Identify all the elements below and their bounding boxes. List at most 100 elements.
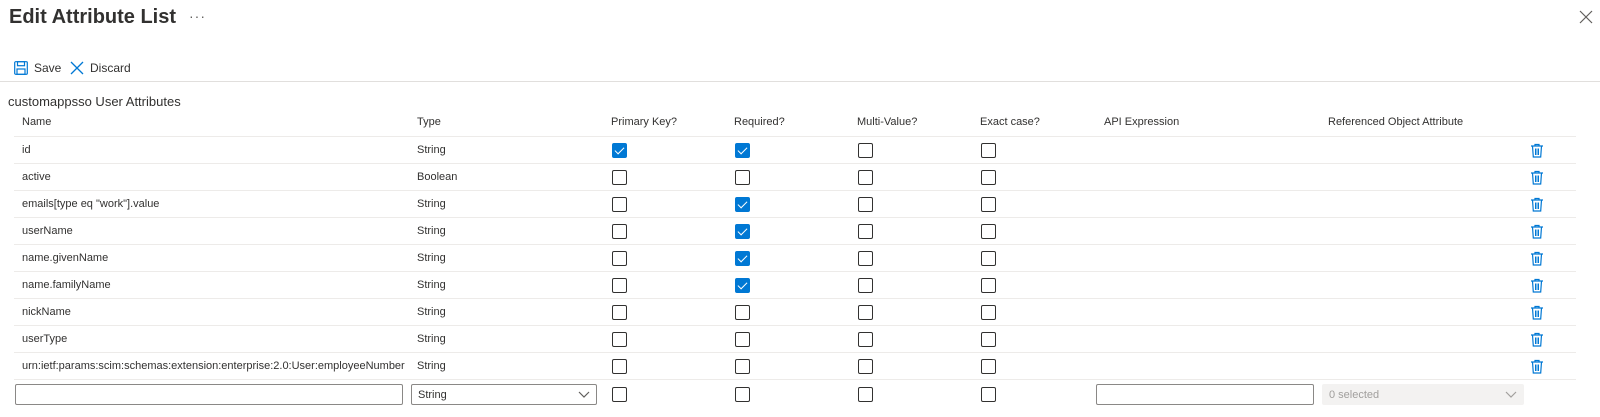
- primary-key-checkbox[interactable]: [612, 359, 627, 374]
- trash-icon[interactable]: [1530, 197, 1544, 212]
- table-row: nickName String: [14, 299, 1576, 326]
- required-checkbox[interactable]: [735, 359, 750, 374]
- table-header: Name Type Primary Key? Required? Multi-V…: [14, 110, 1576, 137]
- exact-case-checkbox[interactable]: [981, 332, 996, 347]
- attribute-type: String: [417, 360, 446, 372]
- primary-key-checkbox[interactable]: [612, 332, 627, 347]
- multi-value-checkbox[interactable]: [858, 278, 873, 293]
- save-label: Save: [34, 61, 62, 75]
- required-checkbox[interactable]: [735, 143, 750, 158]
- discard-button[interactable]: Discard: [70, 56, 131, 80]
- required-checkbox[interactable]: [735, 332, 750, 347]
- close-panel-icon[interactable]: [1579, 10, 1593, 24]
- trash-icon[interactable]: [1530, 251, 1544, 266]
- attribute-type: String: [417, 279, 446, 291]
- new-primary-key-checkbox[interactable]: [612, 387, 627, 402]
- chevron-down-icon: [578, 391, 590, 398]
- toolbar-divider: [0, 81, 1600, 82]
- command-bar: Save Discard: [0, 56, 1600, 80]
- trash-icon[interactable]: [1530, 332, 1544, 347]
- required-checkbox[interactable]: [735, 224, 750, 239]
- primary-key-checkbox[interactable]: [612, 197, 627, 212]
- page-title: Edit Attribute List: [9, 6, 177, 28]
- exact-case-checkbox[interactable]: [981, 197, 996, 212]
- multi-value-checkbox[interactable]: [858, 305, 873, 320]
- discard-label: Discard: [90, 61, 131, 75]
- primary-key-checkbox[interactable]: [612, 170, 627, 185]
- new-attribute-row: String 0 selected: [14, 380, 1576, 408]
- attribute-name: emails[type eq "work"].value: [22, 198, 160, 210]
- primary-key-checkbox[interactable]: [612, 143, 627, 158]
- attribute-name: urn:ietf:params:scim:schemas:extension:e…: [22, 360, 405, 372]
- column-header-required: Required?: [734, 116, 785, 128]
- more-options-button[interactable]: ···: [189, 8, 206, 24]
- table-row: userType String: [14, 326, 1576, 353]
- required-checkbox[interactable]: [735, 197, 750, 212]
- new-required-checkbox[interactable]: [735, 387, 750, 402]
- attribute-type: Boolean: [417, 171, 458, 183]
- table-row: urn:ietf:params:scim:schemas:extension:e…: [14, 353, 1576, 380]
- chevron-down-icon: [1505, 391, 1517, 398]
- attribute-name: userType: [22, 333, 68, 345]
- attribute-name: id: [22, 144, 31, 156]
- new-attribute-type-select[interactable]: String: [411, 384, 597, 405]
- multi-value-checkbox[interactable]: [858, 251, 873, 266]
- column-header-exact-case: Exact case?: [980, 116, 1040, 128]
- multi-value-checkbox[interactable]: [858, 170, 873, 185]
- exact-case-checkbox[interactable]: [981, 170, 996, 185]
- attribute-type: String: [417, 306, 446, 318]
- primary-key-checkbox[interactable]: [612, 305, 627, 320]
- primary-key-checkbox[interactable]: [612, 251, 627, 266]
- multi-value-checkbox[interactable]: [858, 359, 873, 374]
- primary-key-checkbox[interactable]: [612, 278, 627, 293]
- trash-icon[interactable]: [1530, 305, 1544, 320]
- exact-case-checkbox[interactable]: [981, 278, 996, 293]
- attribute-name: name.givenName: [22, 252, 109, 264]
- trash-icon[interactable]: [1530, 224, 1544, 239]
- attribute-type: String: [417, 225, 446, 237]
- table-row: userName String: [14, 218, 1576, 245]
- exact-case-checkbox[interactable]: [981, 143, 996, 158]
- required-checkbox[interactable]: [735, 170, 750, 185]
- table-row: id String: [14, 137, 1576, 164]
- required-checkbox[interactable]: [735, 278, 750, 293]
- attribute-table: Name Type Primary Key? Required? Multi-V…: [14, 110, 1576, 408]
- required-checkbox[interactable]: [735, 251, 750, 266]
- column-header-multi-value: Multi-Value?: [857, 116, 918, 128]
- exact-case-checkbox[interactable]: [981, 305, 996, 320]
- exact-case-checkbox[interactable]: [981, 224, 996, 239]
- trash-icon[interactable]: [1530, 170, 1544, 185]
- referenced-select-value: 0 selected: [1329, 388, 1380, 401]
- multi-value-checkbox[interactable]: [858, 197, 873, 212]
- attribute-name: userName: [22, 225, 73, 237]
- section-title: customappsso User Attributes: [8, 94, 181, 109]
- attribute-name: nickName: [22, 306, 71, 318]
- new-api-expression-input[interactable]: [1096, 384, 1314, 405]
- exact-case-checkbox[interactable]: [981, 251, 996, 266]
- save-button[interactable]: Save: [14, 56, 61, 80]
- save-icon: [14, 61, 28, 75]
- column-header-api-expression: API Expression: [1104, 116, 1180, 128]
- new-multi-value-checkbox[interactable]: [858, 387, 873, 402]
- multi-value-checkbox[interactable]: [858, 224, 873, 239]
- close-icon: [70, 61, 84, 75]
- new-referenced-object-select[interactable]: 0 selected: [1322, 384, 1524, 405]
- trash-icon[interactable]: [1530, 278, 1544, 293]
- primary-key-checkbox[interactable]: [612, 224, 627, 239]
- attribute-type: String: [417, 333, 446, 345]
- multi-value-checkbox[interactable]: [858, 143, 873, 158]
- new-attribute-name-input[interactable]: [15, 384, 403, 405]
- multi-value-checkbox[interactable]: [858, 332, 873, 347]
- attribute-type: String: [417, 198, 446, 210]
- column-header-name: Name: [22, 116, 52, 128]
- required-checkbox[interactable]: [735, 305, 750, 320]
- new-exact-case-checkbox[interactable]: [981, 387, 996, 402]
- table-row: active Boolean: [14, 164, 1576, 191]
- trash-icon[interactable]: [1530, 143, 1544, 158]
- attribute-name: name.familyName: [22, 279, 111, 291]
- attribute-type: String: [417, 252, 446, 264]
- table-row: emails[type eq "work"].value String: [14, 191, 1576, 218]
- trash-icon[interactable]: [1530, 359, 1544, 374]
- exact-case-checkbox[interactable]: [981, 359, 996, 374]
- panel-header: Edit Attribute List ···: [0, 0, 1600, 40]
